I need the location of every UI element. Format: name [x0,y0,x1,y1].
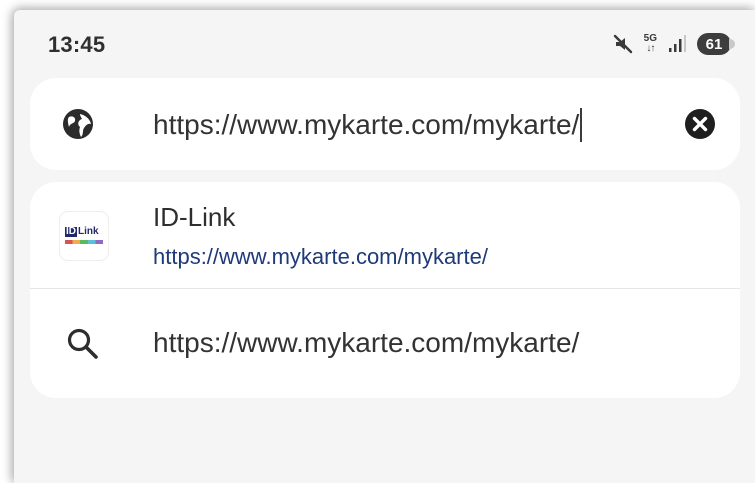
search-suggestion[interactable]: https://www.mykarte.com/mykarte/ [30,289,740,398]
favicon-text: ID Link [65,227,99,237]
network-5g-icon: 5G ↓↑ [644,34,657,54]
suggestion-list: ID Link ID-Link https://www.mykarte.com/m… [30,182,740,398]
id-link-favicon-icon: ID Link [60,212,108,260]
suggestion-url: https://www.mykarte.com/mykarte/ [153,244,488,269]
battery-icon: 61 [697,33,735,55]
network-arrows: ↓↑ [646,43,655,54]
browser-screen: 13:45 5G ↓↑ 61 https://www.mykarte.com/m… [14,10,755,483]
favicon-suffix: Link [78,226,99,237]
bookmark-suggestion[interactable]: ID Link ID-Link https://www.mykarte.com/m… [30,182,740,288]
status-icons: 5G ↓↑ 61 [612,30,735,58]
signal-bars-icon [667,34,687,54]
globe-icon [60,106,96,142]
text-cursor [580,108,583,142]
search-query-text: https://www.mykarte.com/mykarte/ [153,327,580,358]
favicon-color-strip [65,240,103,244]
suggestion-title: ID-Link [153,202,236,232]
mute-icon [612,33,634,55]
favicon-id: ID [65,226,77,237]
battery-level: 61 [705,35,723,53]
clear-icon[interactable] [682,106,718,142]
address-bar[interactable]: https://www.mykarte.com/mykarte/ [30,78,740,170]
search-icon [65,326,101,362]
status-time: 13:45 [48,32,106,57]
url-input-text: https://www.mykarte.com/mykarte/ [153,109,580,140]
url-input[interactable]: https://www.mykarte.com/mykarte/ [153,108,583,142]
